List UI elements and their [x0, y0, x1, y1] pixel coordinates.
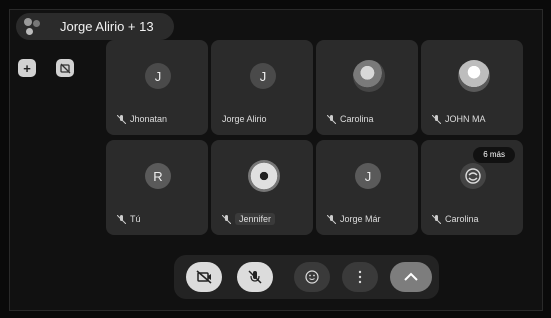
participant-name: Jhonatan — [130, 114, 168, 124]
add-participant-button[interactable]: + — [18, 59, 36, 77]
mic-off-icon — [222, 214, 231, 224]
participant-tile[interactable]: Carolina — [316, 40, 418, 135]
mic-off-icon — [432, 114, 441, 124]
mic-off-icon — [117, 114, 126, 124]
chevron-up-icon — [404, 272, 418, 281]
participant-tile[interactable]: R Tú — [106, 140, 208, 235]
avatar: J — [250, 63, 276, 89]
add-icon: + — [23, 60, 31, 76]
participant-tile[interactable]: J Jorge Alirio — [211, 40, 313, 135]
mic-off-icon — [432, 214, 441, 224]
participant-name: Jorge Már — [340, 214, 381, 224]
participant-name: JOHN MA — [445, 114, 486, 124]
emoji-icon — [305, 270, 319, 284]
participant-tile[interactable]: JOHN MA — [421, 40, 523, 135]
camera-off-icon — [196, 270, 212, 284]
group-emoji-icon — [465, 168, 481, 184]
avatar: J — [145, 63, 171, 89]
group-avatar-icon — [22, 17, 42, 37]
participant-name: Jorge Alirio — [222, 114, 267, 124]
mic-off-icon — [248, 270, 262, 284]
participant-tile[interactable]: Jennifer — [211, 140, 313, 235]
more-vertical-icon — [358, 270, 362, 284]
avatar: R — [145, 163, 171, 189]
mic-toggle-button[interactable] — [237, 262, 273, 292]
video-toggle-button[interactable] — [56, 59, 74, 77]
call-header[interactable]: Jorge Alirio + 13 — [16, 13, 174, 40]
more-participants-badge[interactable]: 6 más — [473, 147, 515, 163]
participant-photo — [248, 160, 280, 192]
participant-photo — [353, 60, 385, 92]
participant-name: Tú — [130, 214, 141, 224]
participant-tile[interactable]: J Jorge Már — [316, 140, 418, 235]
avatar: J — [355, 163, 381, 189]
participant-tile[interactable]: J Jhonatan — [106, 40, 208, 135]
camera-off-icon — [59, 63, 70, 73]
participant-tile[interactable]: 6 más Carolina — [421, 140, 523, 235]
mic-off-icon — [327, 114, 336, 124]
participant-name: Carolina — [340, 114, 374, 124]
participant-name: Jennifer — [235, 213, 276, 225]
participant-name: Carolina — [445, 214, 479, 224]
more-options-button[interactable] — [342, 262, 378, 292]
call-controls-bar — [174, 255, 439, 299]
reactions-button[interactable] — [294, 262, 330, 292]
camera-toggle-button[interactable] — [186, 262, 222, 292]
mic-off-icon — [117, 214, 126, 224]
avatar — [460, 163, 486, 189]
mic-off-icon — [327, 214, 336, 224]
expand-controls-button[interactable] — [390, 262, 432, 292]
call-title: Jorge Alirio + 13 — [60, 19, 154, 34]
participant-photo — [458, 60, 490, 92]
